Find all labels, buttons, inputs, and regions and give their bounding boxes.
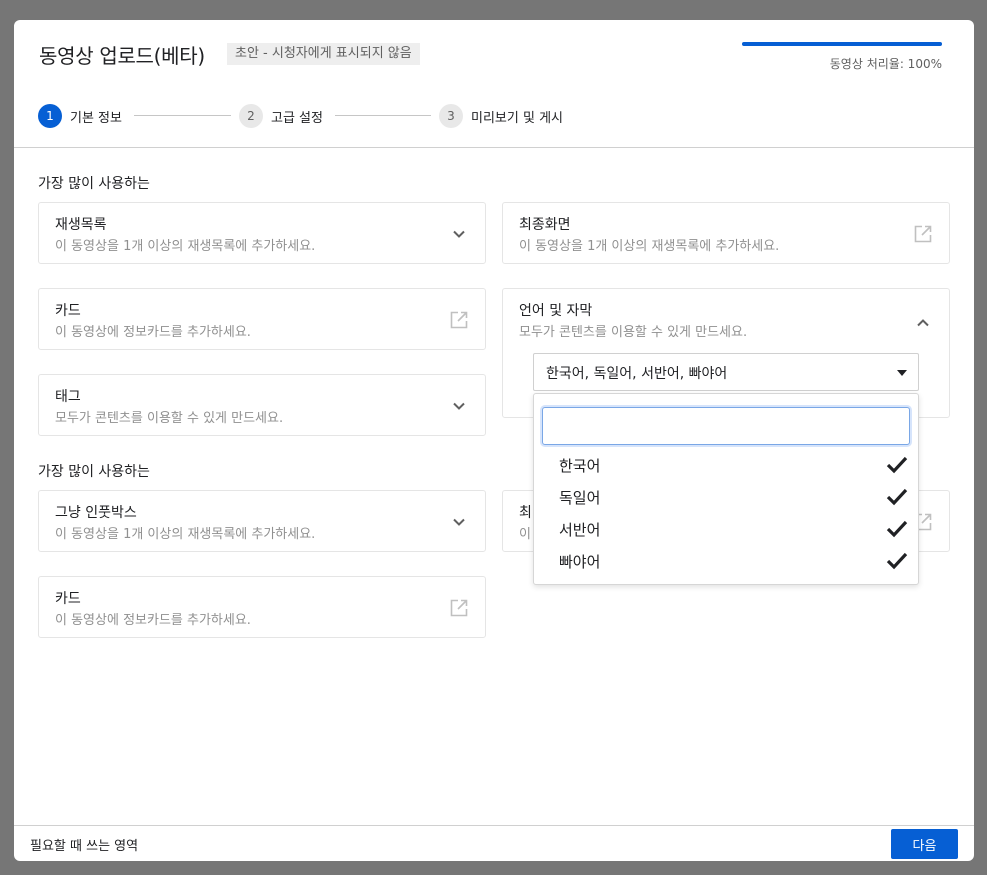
card-info-cards[interactable]: 카드 이 동영상에 정보카드를 추가하세요. [38,288,486,350]
step-label: 기본 정보 [70,110,122,126]
card-description: 이 동영상을 1개 이상의 재생목록에 추가하세요. [519,239,780,254]
card-title: 카드 [55,591,81,607]
header-divider [14,147,974,148]
chevron-down-icon[interactable] [449,224,469,244]
language-option-label: 빠야어 [559,553,601,571]
section-heading: 가장 많이 사용하는 [38,176,150,192]
checkmark-icon [886,552,908,570]
dialog-title: 동영상 업로드(베타) [39,44,205,68]
upload-dialog: 동영상 업로드(베타) 초안 - 시청자에게 표시되지 않음 동영상 처리율: … [14,20,974,861]
language-option-label: 독일어 [559,489,601,507]
step-number-2: 2 [239,104,263,128]
chevron-down-icon[interactable] [449,512,469,532]
external-link-icon[interactable] [913,224,933,244]
checkmark-icon [886,456,908,474]
external-link-icon[interactable] [449,310,469,330]
language-option-korean[interactable]: 한국어 [534,450,918,482]
stepper: 1 기본 정보 2 고급 설정 3 미리보기 및 게시 [38,104,638,128]
step-preview-publish[interactable]: 3 미리보기 및 게시 [439,104,563,128]
language-search-input[interactable] [542,407,910,445]
step-connector [335,115,431,116]
footer-divider [14,825,974,826]
card-info-cards-2[interactable]: 카드 이 동영상에 정보카드를 추가하세요. [38,576,486,638]
language-option-german[interactable]: 독일어 [534,482,918,514]
card-description: 이 [519,527,531,542]
language-option-label: 서반어 [559,521,601,539]
card-title: 그냥 인풋박스 [55,505,137,521]
card-description: 모두가 콘텐츠를 이용할 수 있게 만드세요. [55,411,284,426]
card-title: 최종화면 [519,217,571,233]
card-description: 이 동영상을 1개 이상의 재생목록에 추가하세요. [55,239,316,254]
checkmark-icon [886,488,908,506]
card-description: 이 동영상을 1개 이상의 재생목록에 추가하세요. [55,527,316,542]
section-heading: 가장 많이 사용하는 [38,464,150,480]
card-description: 이 동영상에 정보카드를 추가하세요. [55,613,251,628]
chevron-up-icon[interactable] [913,313,933,333]
card-description: 모두가 콘텐츠를 이용할 수 있게 만드세요. [519,325,748,340]
step-label: 고급 설정 [271,110,323,126]
step-number-3: 3 [439,104,463,128]
language-option-label: 한국어 [559,457,601,475]
card-description: 이 동영상에 정보카드를 추가하세요. [55,325,251,340]
next-button[interactable]: 다음 [891,829,958,859]
language-select-value: 한국어, 독일어, 서반어, 빠야어 [546,366,728,382]
card-title: 재생목록 [55,217,107,233]
card-title: 태그 [55,389,81,405]
language-option-bbaya[interactable]: 빠야어 [534,546,918,578]
step-label: 미리보기 및 게시 [471,110,563,126]
step-basic-info[interactable]: 1 기본 정보 [38,104,122,128]
language-select[interactable]: 한국어, 독일어, 서반어, 빠야어 [533,353,919,391]
language-option-spanish[interactable]: 서반어 [534,514,918,546]
step-connector [134,115,231,116]
chevron-down-icon[interactable] [449,396,469,416]
card-plain-input[interactable]: 그냥 인풋박스 이 동영상을 1개 이상의 재생목록에 추가하세요. [38,490,486,552]
card-end-screen[interactable]: 최종화면 이 동영상을 1개 이상의 재생목록에 추가하세요. [502,202,950,264]
card-title: 최 [519,505,532,521]
card-title: 카드 [55,303,81,319]
processing-progress-label: 동영상 처리율: 100% [829,57,942,71]
checkmark-icon [886,520,908,538]
card-title: 언어 및 자막 [519,303,593,319]
language-dropdown-menu: 한국어 독일어 서반어 빠야어 [533,393,919,585]
card-playlist[interactable]: 재생목록 이 동영상을 1개 이상의 재생목록에 추가하세요. [38,202,486,264]
footer-text: 필요할 때 쓰는 영역 [30,839,139,854]
processing-progress-bar [742,42,942,46]
step-number-1: 1 [38,104,62,128]
draft-status-badge: 초안 - 시청자에게 표시되지 않음 [227,43,420,65]
step-advanced-settings[interactable]: 2 고급 설정 [239,104,323,128]
card-tags[interactable]: 태그 모두가 콘텐츠를 이용할 수 있게 만드세요. [38,374,486,436]
caret-down-icon [897,370,907,376]
external-link-icon[interactable] [449,598,469,618]
progress-fill [742,42,942,46]
